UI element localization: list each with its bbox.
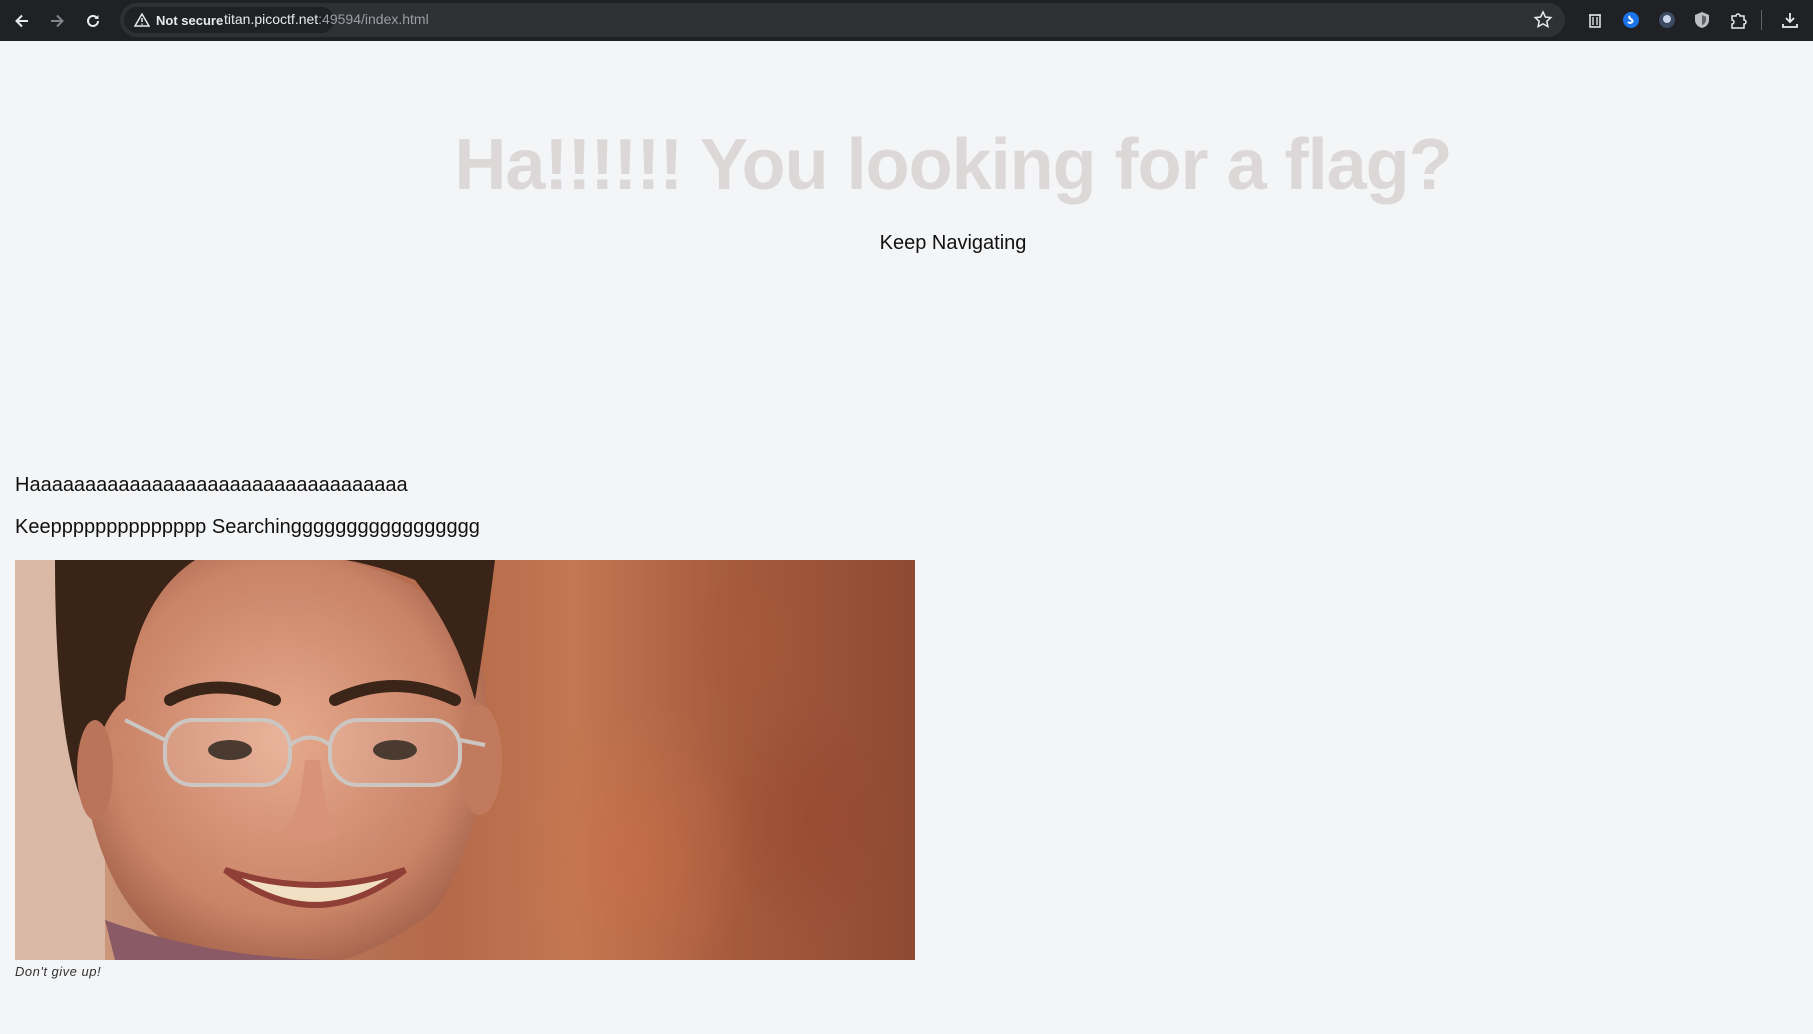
forward-button[interactable] xyxy=(41,5,73,37)
star-icon xyxy=(1533,10,1553,29)
extensions-menu-button[interactable] xyxy=(1726,8,1750,32)
reload-icon xyxy=(87,14,99,27)
taunt-text: Haaaaaaaaaaaaaaaaaaaaaaaaaaaaaaaaaa xyxy=(15,474,408,496)
extension-button-1[interactable] xyxy=(1583,8,1607,32)
back-button[interactable] xyxy=(6,5,38,37)
url-path: :49594/index.html xyxy=(318,11,429,27)
photo-caption: Don't give up! xyxy=(15,964,102,979)
downloads-icon xyxy=(1782,13,1798,28)
extension-button-4[interactable] xyxy=(1690,8,1714,32)
shield-icon xyxy=(1695,12,1709,28)
bookmark-button[interactable] xyxy=(1533,10,1553,35)
toolbar-divider xyxy=(1761,10,1762,30)
back-icon xyxy=(15,14,28,28)
trash-icon xyxy=(1589,14,1601,28)
profile-extension-icon xyxy=(1659,12,1675,28)
extension-button-3[interactable] xyxy=(1655,8,1679,32)
warning-icon xyxy=(134,13,150,27)
forward-icon xyxy=(51,14,64,28)
url-text[interactable]: titan.picoctf.net:49594/index.html xyxy=(224,11,429,27)
extension-button-2[interactable] xyxy=(1619,8,1643,32)
keep-searching-text: Keepppppppppppppp Searchingggggggggggggg… xyxy=(15,516,480,538)
address-bar[interactable]: Not secure titan.picoctf.net:49594/index… xyxy=(120,3,1565,37)
reload-button[interactable] xyxy=(77,5,109,37)
page-subtitle: Keep Navigating xyxy=(879,232,1027,254)
url-host: titan.picoctf.net xyxy=(224,11,319,27)
extension-icon xyxy=(1731,13,1747,29)
security-label: Not secure xyxy=(156,12,224,28)
portrait-illustration xyxy=(15,560,502,960)
downloads-button[interactable] xyxy=(1778,8,1802,32)
shazam-icon xyxy=(1623,12,1639,28)
browser-toolbar: Not secure titan.picoctf.net:49594/index… xyxy=(0,0,1813,41)
page-title: Ha!!!!!! You looking for a flag? xyxy=(454,125,1452,205)
smiling-man-photo xyxy=(15,560,915,960)
